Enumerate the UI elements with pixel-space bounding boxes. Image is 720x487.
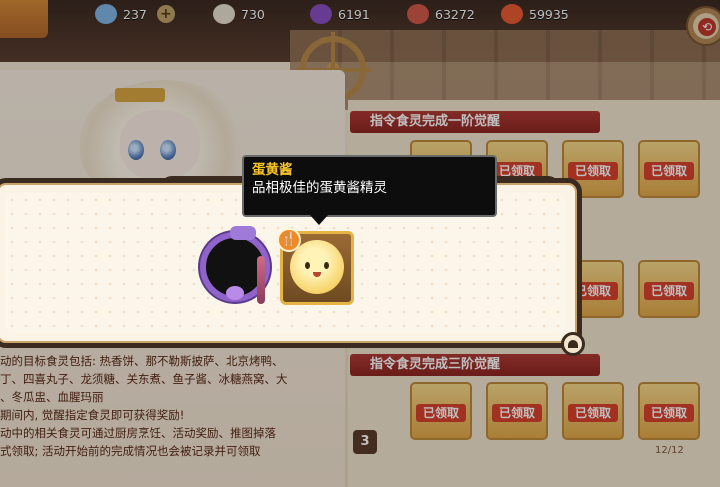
item-tooltip: 蛋黄酱 品相极佳的蛋黄酱精灵	[242, 155, 497, 217]
tooltip-pointer	[310, 215, 328, 225]
tooltip-title: 蛋黄酱	[252, 162, 293, 178]
frame-gem-ornament	[226, 286, 244, 300]
food-eye-right	[324, 262, 329, 269]
frame-tassel-ornament	[257, 256, 265, 304]
frame-bow-ornament	[230, 226, 256, 240]
mayonnaise-spirit-icon	[290, 240, 344, 294]
fork-badge-icon: 🍴	[277, 228, 301, 252]
tooltip-description: 品相极佳的蛋黄酱精灵	[252, 180, 387, 196]
food-eye-left	[305, 262, 310, 269]
modal-collapse-icon[interactable]	[561, 332, 585, 356]
